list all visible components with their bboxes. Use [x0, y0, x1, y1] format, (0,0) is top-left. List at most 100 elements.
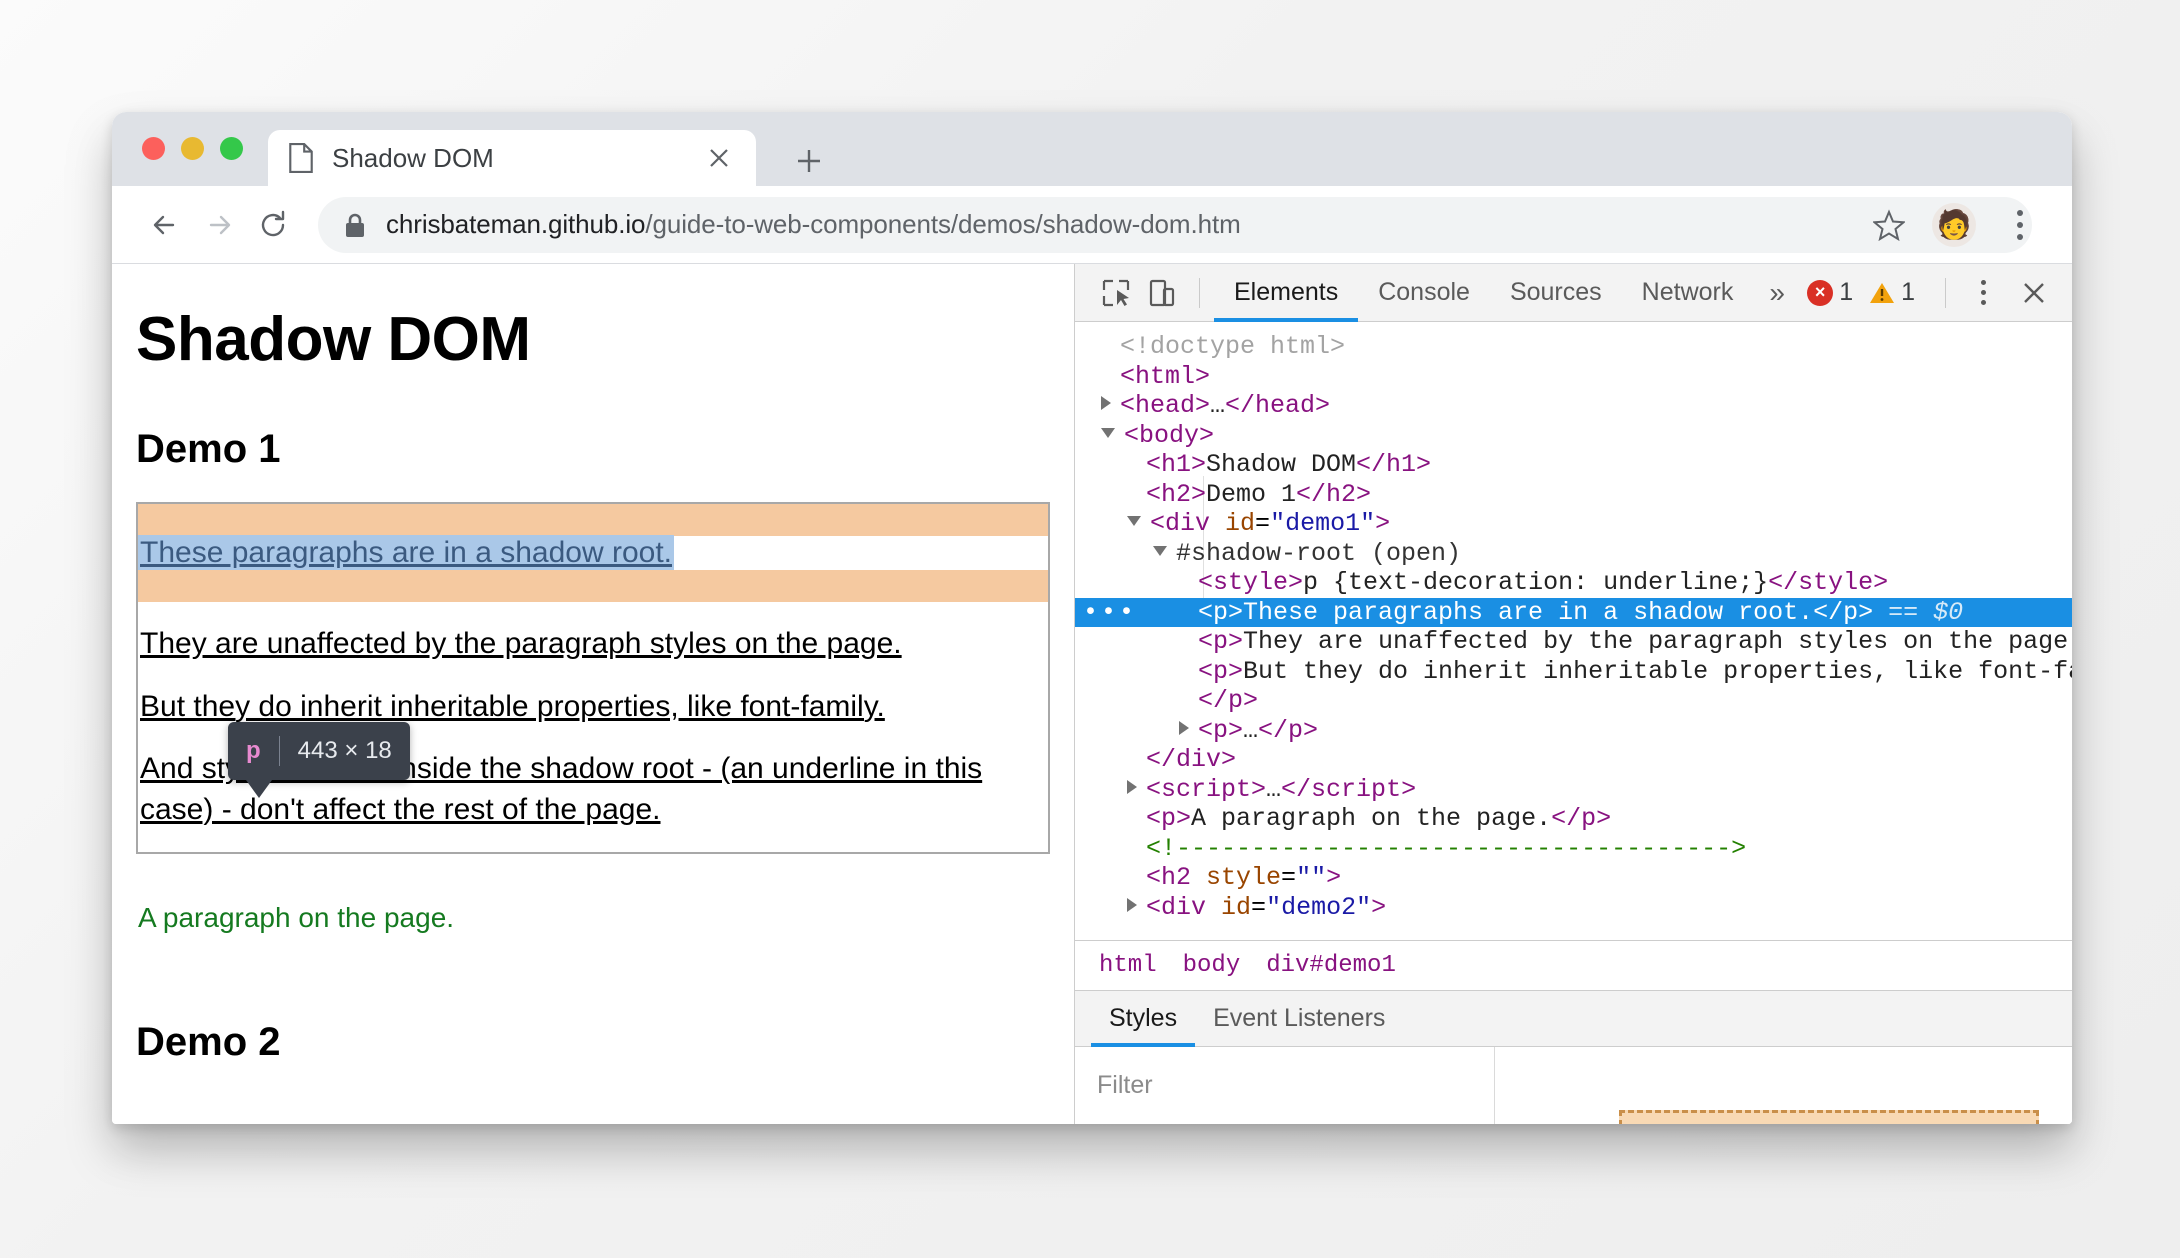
tab-console[interactable]: Console: [1358, 264, 1490, 322]
tooltip-pointer: [246, 780, 272, 798]
browser-tab[interactable]: Shadow DOM: [268, 130, 756, 186]
box-model-diagram: [1619, 1110, 2039, 1124]
highlight-padding-bottom: [138, 570, 1048, 602]
dom-tree-row[interactable]: <p>…</p>: [1075, 716, 2072, 746]
close-window-button[interactable]: [142, 137, 165, 160]
profile-avatar[interactable]: 🧑: [1932, 202, 1976, 247]
device-toolbar-icon[interactable]: [1139, 270, 1185, 316]
truncation-ellipsis: •••: [1083, 597, 1138, 627]
warning-triangle-icon: [1870, 282, 1895, 303]
styles-pane: Styles Event Listeners Filter: [1075, 990, 2072, 1124]
dom-tree-row[interactable]: <p>A paragraph on the page.</p>: [1075, 804, 2072, 834]
tab-network[interactable]: Network: [1622, 264, 1754, 322]
kebab-dot: [1980, 300, 1986, 305]
expand-arrow-icon[interactable]: [1127, 897, 1137, 912]
expand-arrow-icon[interactable]: [1101, 396, 1111, 411]
close-devtools-button[interactable]: [2014, 273, 2054, 313]
reload-icon: [261, 210, 285, 236]
browser-toolbar: chrisbateman.github.io/guide-to-web-comp…: [112, 186, 2072, 264]
toolbar-divider-2: [1945, 277, 1946, 308]
styles-pane-body: Filter: [1075, 1047, 2072, 1124]
inspector-tooltip-tag: p: [246, 737, 261, 764]
styles-filter-input[interactable]: Filter: [1075, 1047, 1495, 1124]
shadow-paragraph-highlighted-row: These paragraphs are in a shadow root.: [138, 535, 1048, 570]
expand-arrow-icon[interactable]: [1127, 779, 1137, 794]
bookmark-star-button[interactable]: [1868, 204, 1910, 246]
new-tab-button[interactable]: [788, 140, 830, 182]
lock-icon: [346, 213, 364, 237]
address-bar-url: chrisbateman.github.io/guide-to-web-comp…: [386, 209, 1241, 240]
warning-icon[interactable]: [1869, 281, 1895, 305]
page-viewport: Shadow DOM Demo 1 These paragraphs are i…: [112, 264, 1074, 1124]
avatar-glyph: 🧑: [1936, 208, 1972, 240]
more-tabs-button[interactable]: »: [1753, 277, 1801, 309]
kebab-dot: [1980, 280, 1986, 285]
back-button[interactable]: [138, 198, 192, 252]
shadow-paragraph-1[interactable]: These paragraphs are in a shadow root.: [138, 535, 674, 570]
dom-tree-row[interactable]: <p>But they do inherit inheritable prope…: [1075, 657, 2072, 687]
url-host: chrisbateman.github.io: [386, 209, 646, 239]
arrow-right-icon: [209, 215, 231, 234]
shadow-host-demo1: These paragraphs are in a shadow root. T…: [136, 502, 1050, 854]
inspector-tooltip: p 443 × 18: [228, 722, 410, 798]
dom-tree-row[interactable]: </p>: [1075, 686, 2072, 716]
address-bar[interactable]: chrisbateman.github.io/guide-to-web-comp…: [318, 196, 2032, 253]
inspect-element-icon[interactable]: [1093, 270, 1139, 316]
close-icon: [710, 149, 728, 167]
breadcrumb-item-body[interactable]: body: [1183, 952, 1241, 979]
dom-tree-row[interactable]: <div id="demo2">: [1075, 893, 2072, 923]
plus-icon: [798, 150, 820, 172]
star-icon: [1873, 208, 1905, 241]
close-tab-button[interactable]: [702, 141, 736, 175]
tab-strip: Shadow DOM: [112, 112, 2072, 186]
forward-button[interactable]: [192, 198, 246, 252]
collapse-arrow-icon[interactable]: [1153, 545, 1167, 556]
tab-sources[interactable]: Sources: [1490, 264, 1622, 322]
dom-tree-row[interactable]: <h1>Shadow DOM</h1>: [1075, 450, 2072, 480]
dom-tree-row[interactable]: <body>: [1075, 421, 2072, 451]
tab-styles[interactable]: Styles: [1091, 991, 1195, 1047]
page-icon: [289, 143, 313, 173]
tooltip-divider: [278, 736, 280, 766]
dom-tree-row[interactable]: <script>…</script>: [1075, 775, 2072, 805]
devtools-settings-button[interactable]: [1966, 273, 2000, 313]
device-icon: [1149, 279, 1175, 306]
dom-tree-row[interactable]: <div id="demo1">: [1075, 509, 2072, 539]
warning-count: 1: [1901, 278, 1915, 306]
devtools-toolbar: Elements Console Sources Network » × 1 1: [1075, 264, 2072, 322]
breadcrumb-item-div-demo1[interactable]: div#demo1: [1266, 952, 1396, 979]
dom-tree-row[interactable]: <style>p {text-decoration: underline;}</…: [1075, 568, 2072, 598]
minimize-window-button[interactable]: [181, 137, 204, 160]
collapse-arrow-icon[interactable]: [1101, 427, 1115, 438]
url-path: /guide-to-web-components/demos/shadow-do…: [645, 209, 1241, 239]
styles-pane-tabs: Styles Event Listeners: [1075, 991, 2072, 1047]
breadcrumb-item-html[interactable]: html: [1099, 952, 1157, 979]
dom-tree-row[interactable]: <h2 style="">: [1075, 863, 2072, 893]
dom-tree-row[interactable]: <html>: [1075, 362, 2072, 392]
dom-tree-row[interactable]: <!doctype html>: [1075, 332, 2072, 362]
collapse-arrow-icon[interactable]: [1127, 516, 1141, 527]
dom-tree-row[interactable]: #shadow-root (open): [1075, 539, 2072, 569]
kebab-dot: [2017, 221, 2023, 228]
dom-tree-row[interactable]: <head>…</head>: [1075, 391, 2072, 421]
page-title: Shadow DOM: [136, 305, 531, 374]
tab-elements[interactable]: Elements: [1214, 264, 1358, 322]
close-icon: [2024, 282, 2044, 303]
dom-tree-row[interactable]: </div>: [1075, 745, 2072, 775]
dom-tree-row-selected[interactable]: ••• <p>These paragraphs are in a shadow r…: [1075, 597, 2072, 627]
window-traffic-lights: [142, 137, 243, 160]
dom-tree-row[interactable]: <h2>Demo 1</h2>: [1075, 480, 2072, 510]
dom-tree-row[interactable]: <!------------------------------------->: [1075, 834, 2072, 864]
maximize-window-button[interactable]: [220, 137, 243, 160]
kebab-dot: [1980, 290, 1986, 295]
expand-arrow-icon[interactable]: [1179, 720, 1189, 735]
browser-menu-button[interactable]: [2002, 203, 2038, 247]
error-icon[interactable]: ×: [1807, 279, 1834, 306]
reload-button[interactable]: [246, 198, 300, 252]
dom-tree[interactable]: <!doctype html> <html> <head>…</head> <body…: [1075, 322, 2072, 940]
browser-tab-title: Shadow DOM: [332, 142, 494, 173]
shadow-paragraph-2: They are unaffected by the paragraph sty…: [140, 627, 902, 660]
tab-event-listeners[interactable]: Event Listeners: [1195, 991, 1403, 1047]
viewport-and-devtools: Shadow DOM Demo 1 These paragraphs are i…: [112, 264, 2072, 1124]
dom-tree-row[interactable]: <p>They are unaffected by the paragraph …: [1075, 627, 2072, 657]
